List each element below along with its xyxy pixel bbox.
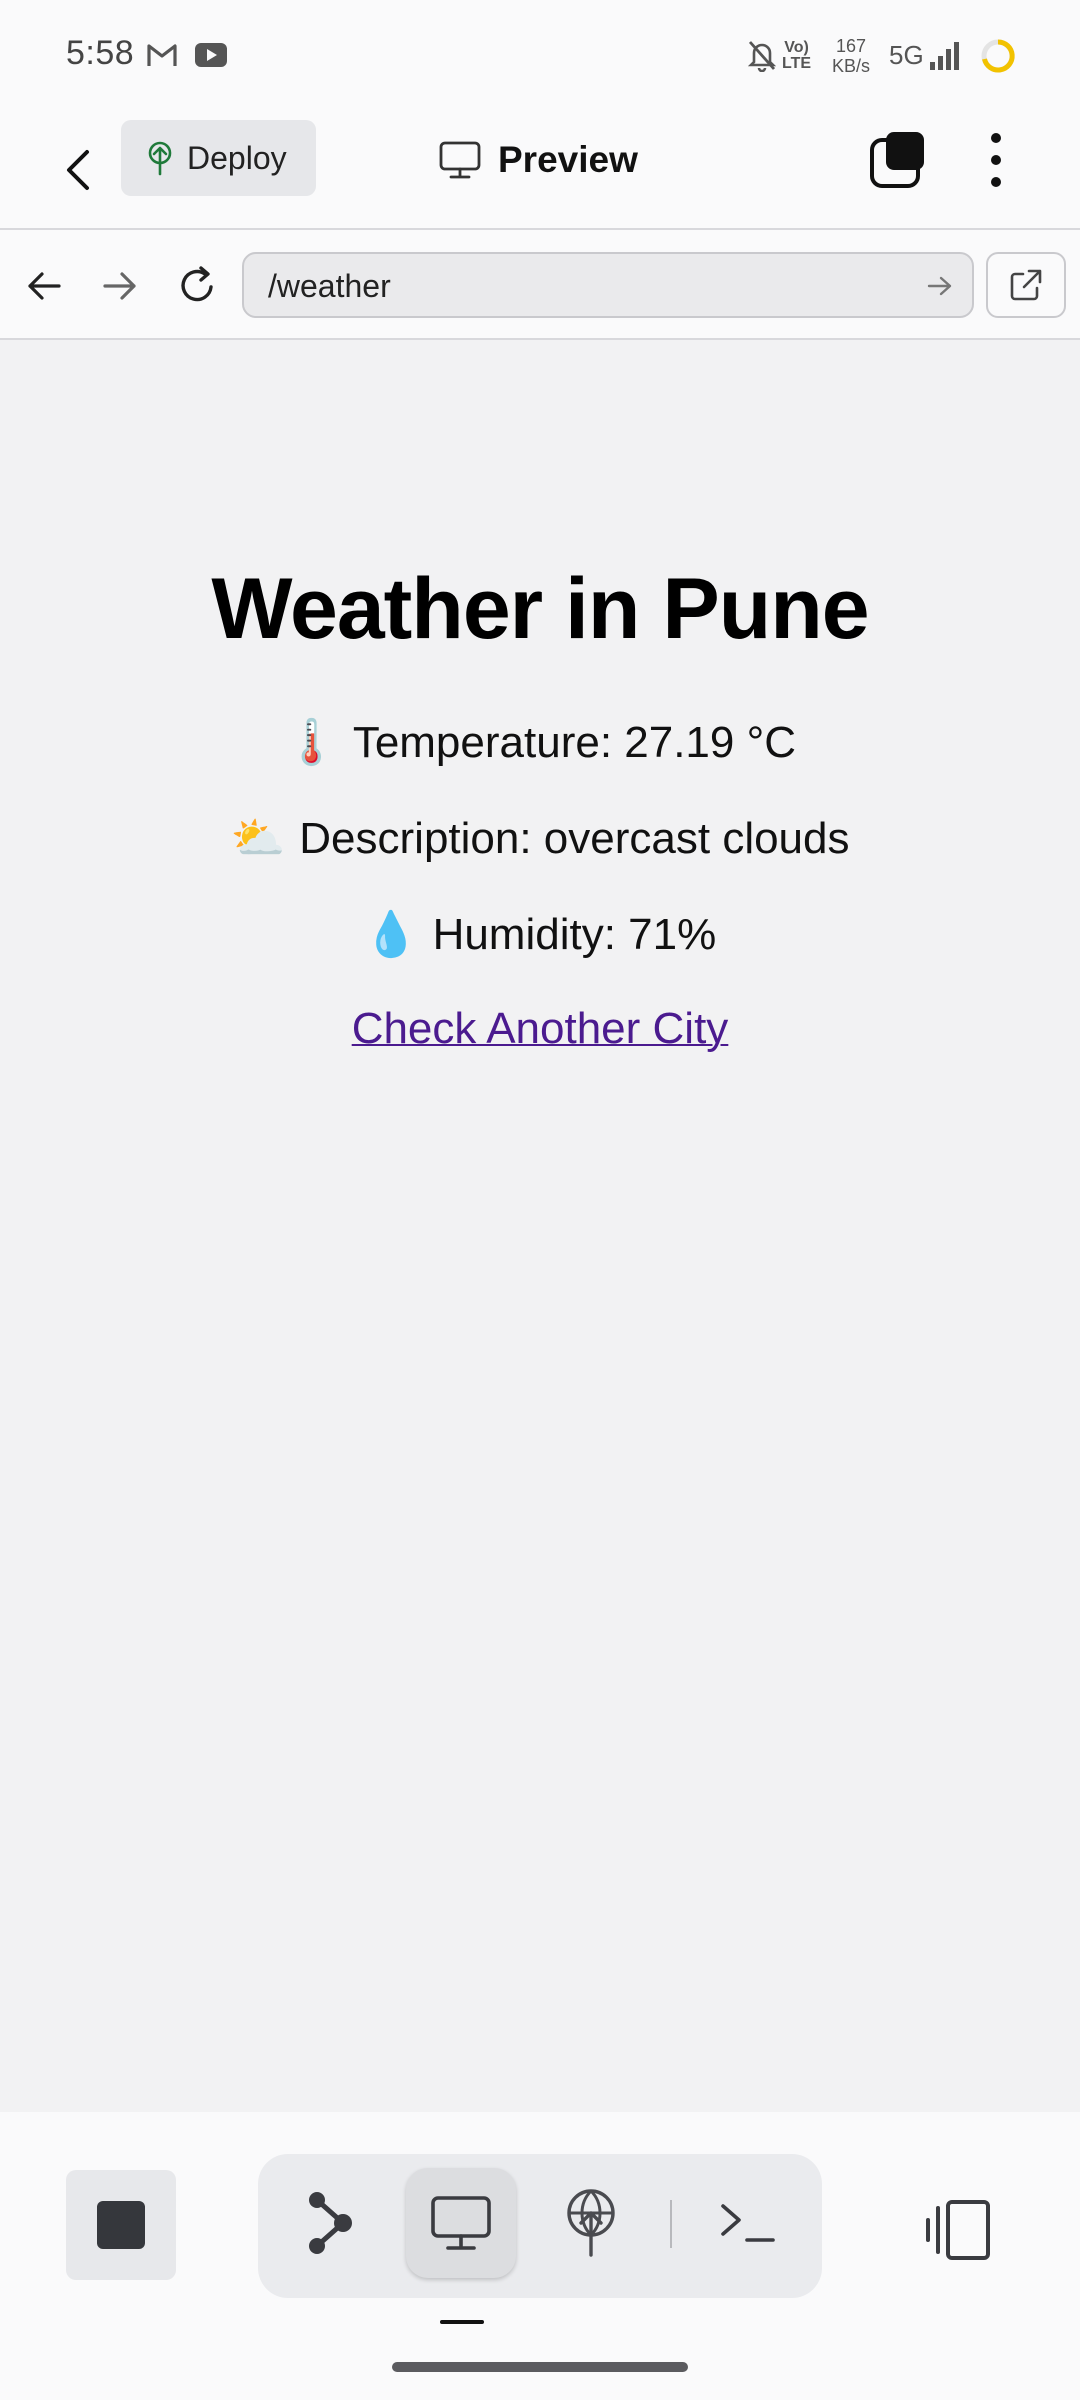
- check-another-city-link[interactable]: Check Another City: [352, 1004, 729, 1053]
- droplet-icon: 💧: [363, 909, 419, 960]
- back-button[interactable]: [50, 130, 106, 210]
- toolbar-group: [258, 2154, 822, 2298]
- nav-back-button[interactable]: [16, 258, 72, 314]
- reload-button[interactable]: [170, 258, 226, 314]
- preview-tab-button[interactable]: [406, 2168, 516, 2278]
- youtube-icon: [195, 43, 227, 67]
- speed-value: 167: [835, 36, 867, 56]
- arrow-right-small-icon[interactable]: [926, 272, 954, 300]
- stop-icon: [97, 2201, 145, 2249]
- deploy-tab-button[interactable]: [536, 2168, 646, 2278]
- signal-icon: [930, 42, 959, 70]
- deploy-tree-icon: [148, 141, 172, 176]
- check-another-city-container: Check Another City: [0, 1004, 1080, 1054]
- more-vertical-icon[interactable]: [978, 128, 1014, 192]
- monitor-icon: [431, 2196, 491, 2250]
- terminal-icon: [721, 2204, 775, 2242]
- deploy-label: Deploy: [187, 139, 287, 176]
- status-time: 5:58: [66, 34, 135, 72]
- url-field[interactable]: /weather: [242, 252, 974, 318]
- volte-indicator: Vo) LTE: [782, 40, 811, 72]
- deploy-button[interactable]: Deploy: [121, 120, 316, 196]
- network-type: 5G: [889, 40, 924, 70]
- page-heading: Weather in Pune: [211, 561, 869, 657]
- lte-label: LTE: [782, 55, 812, 72]
- home-indicator[interactable]: [392, 2362, 688, 2372]
- tabs-icon[interactable]: [868, 130, 928, 190]
- toolbar-divider: [670, 2200, 672, 2248]
- status-bar: 5:58 Vo) LTE 167 KB/s 5G: [0, 0, 1080, 110]
- cloud-sun-icon: ⛅: [230, 813, 286, 864]
- chevron-left-icon: [67, 150, 89, 190]
- speed-unit: KB/s: [832, 56, 871, 76]
- bell-off-icon: [747, 41, 777, 72]
- stop-button[interactable]: [66, 2170, 176, 2280]
- arrow-left-icon: [28, 272, 61, 300]
- temperature-text: Temperature: 27.19 °C: [352, 718, 796, 767]
- monitor-icon: [439, 141, 481, 179]
- bottom-toolbar: [0, 2112, 1080, 2400]
- description-text: Description: overcast clouds: [299, 814, 850, 863]
- battery-icon: [981, 39, 1015, 73]
- reload-icon: [181, 266, 213, 302]
- network-speed: 167 KB/s: [832, 36, 870, 76]
- humidity-line: 💧 Humidity: 71%: [0, 908, 1080, 960]
- thermometer-icon: 🌡️: [284, 717, 339, 768]
- browser-bar: /weather: [0, 230, 1080, 340]
- app-header: Deploy Preview: [0, 110, 1080, 230]
- terminal-button[interactable]: [692, 2168, 802, 2278]
- layout-icon[interactable]: [922, 2194, 994, 2266]
- humidity-text: Humidity: 71%: [432, 910, 717, 959]
- preview-title-group: Preview: [438, 130, 638, 190]
- graph-button[interactable]: [276, 2168, 386, 2278]
- preview-title: Preview: [498, 139, 638, 180]
- gmail-icon: [147, 44, 177, 66]
- volte-label: Vo): [784, 39, 809, 56]
- active-tab-indicator: [440, 2320, 484, 2324]
- arrow-right-icon: [103, 272, 136, 300]
- deploy-icon: [567, 2189, 615, 2257]
- description-line: ⛅ Description: overcast clouds: [0, 812, 1080, 864]
- external-link-icon: [1010, 269, 1042, 301]
- temperature-line: 🌡️ Temperature: 27.19 °C: [0, 716, 1080, 768]
- open-external-button[interactable]: [986, 252, 1066, 318]
- graph-icon: [309, 2192, 352, 2254]
- preview-content: Weather in Pune 🌡️ Temperature: 27.19 °C …: [0, 342, 1080, 2112]
- nav-forward-button[interactable]: [92, 258, 148, 314]
- url-text: /weather: [268, 268, 391, 304]
